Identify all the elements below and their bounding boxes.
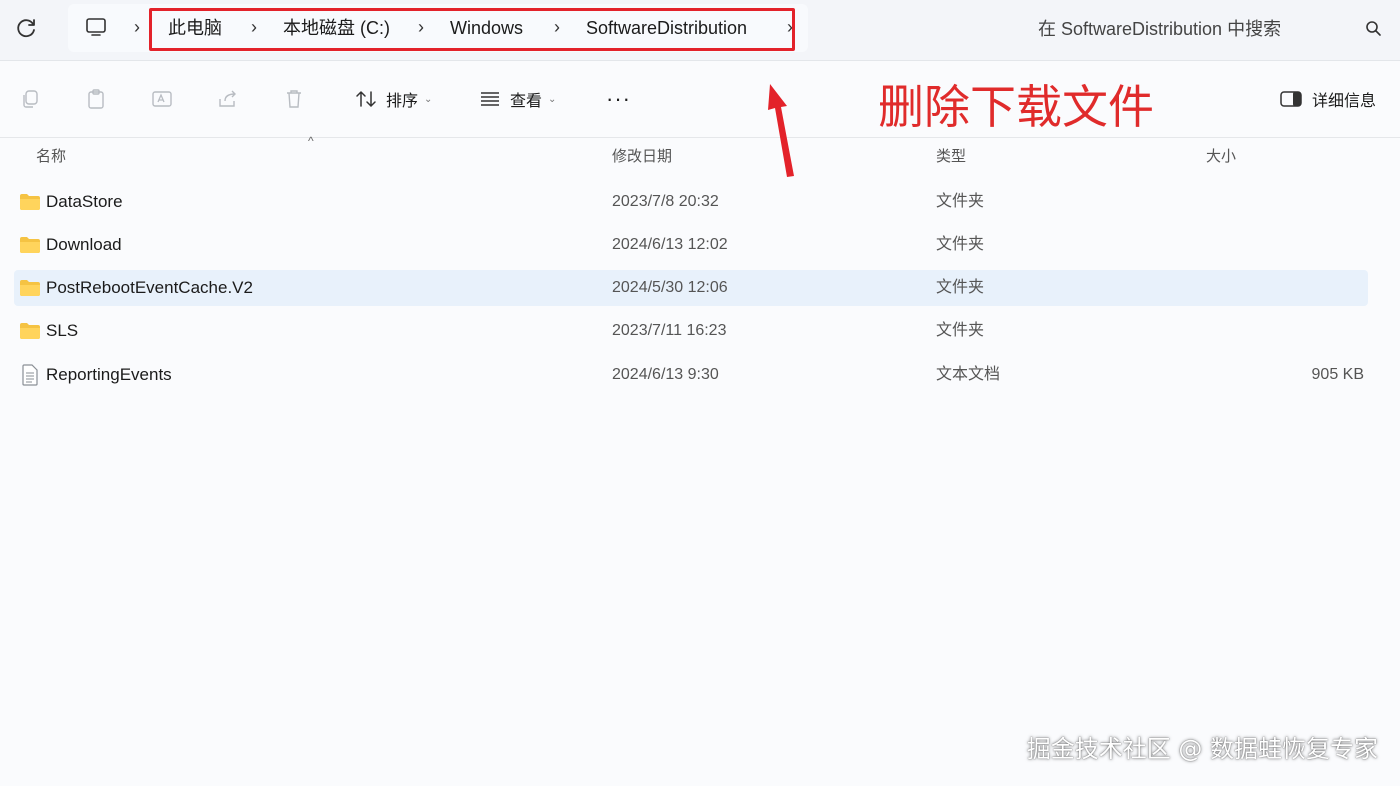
view-button[interactable]: 查看 ⌄ — [478, 85, 556, 113]
search-box[interactable]: 在 SoftwareDistribution 中搜索 — [1020, 10, 1392, 48]
file-row[interactable]: DataStore 2023/7/8 20:32 文件夹 — [14, 184, 1368, 220]
file-size: 905 KB — [1311, 366, 1364, 383]
file-date: 2024/6/13 9:30 — [612, 366, 719, 383]
highlight-box — [149, 8, 795, 51]
file-name: DataStore — [46, 192, 123, 211]
folder-icon — [19, 320, 41, 342]
command-bar: 排序 ⌄ 查看 ⌄ ··· 删除下载文件 详细信息 — [0, 61, 1400, 138]
file-type: 文件夹 — [936, 193, 985, 210]
sort-indicator-icon: ^ — [308, 134, 314, 148]
file-row[interactable]: Download 2024/6/13 12:02 文件夹 — [14, 227, 1368, 263]
column-header-name[interactable]: 名称 — [36, 146, 66, 168]
sort-label: 排序 — [386, 93, 419, 110]
annotation-text: 删除下载文件 — [878, 80, 1154, 134]
share-icon[interactable] — [216, 87, 240, 111]
more-options-button[interactable]: ··· — [606, 85, 634, 113]
search-input[interactable]: 在 SoftwareDistribution 中搜索 — [1038, 17, 1281, 41]
refresh-icon[interactable] — [12, 15, 40, 43]
view-list-icon — [478, 87, 502, 111]
details-button[interactable]: 详细信息 — [1278, 85, 1376, 113]
delete-icon[interactable] — [282, 87, 306, 111]
file-row[interactable]: ReportingEvents 2024/6/13 9:30 文本文档 905 … — [14, 357, 1368, 393]
file-name: ReportingEvents — [46, 365, 172, 384]
chevron-down-icon: ⌄ — [548, 93, 557, 105]
file-date: 2023/7/11 16:23 — [612, 322, 727, 339]
file-name: Download — [46, 235, 122, 254]
file-date: 2023/7/8 20:32 — [612, 193, 719, 210]
sort-icon — [354, 87, 378, 111]
column-header-size[interactable]: 大小 — [1206, 146, 1236, 168]
file-type: 文件夹 — [936, 322, 985, 339]
file-row[interactable]: SLS 2023/7/11 16:23 文件夹 — [14, 313, 1368, 349]
file-date: 2024/6/13 12:02 — [612, 236, 728, 253]
column-header-date[interactable]: 修改日期 — [612, 146, 672, 168]
annotation-arrow — [760, 80, 804, 180]
file-type: 文件夹 — [936, 279, 985, 296]
rename-icon[interactable] — [150, 87, 174, 111]
breadcrumb-separator[interactable]: › — [130, 15, 144, 39]
watermark: 掘金技术社区 @ 数据蛙恢复专家 — [1026, 735, 1378, 763]
file-type: 文件夹 — [936, 236, 985, 253]
paste-icon[interactable] — [84, 87, 108, 111]
details-pane-icon — [1278, 87, 1304, 111]
folder-icon — [19, 234, 41, 256]
details-label: 详细信息 — [1312, 93, 1377, 110]
column-header-type[interactable]: 类型 — [936, 146, 966, 168]
file-row-selected[interactable]: PostRebootEventCache.V2 2024/5/30 12:06 … — [14, 270, 1368, 306]
address-bar-row: › 此电脑 › 本地磁盘 (C:) › Windows › SoftwareDi… — [0, 0, 1400, 61]
file-date: 2024/5/30 12:06 — [612, 279, 728, 296]
file-name: PostRebootEventCache.V2 — [46, 278, 253, 297]
search-icon[interactable] — [1364, 19, 1384, 39]
folder-icon — [19, 191, 41, 213]
view-label: 查看 — [510, 93, 543, 110]
folder-icon — [19, 277, 41, 299]
chevron-down-icon: ⌄ — [424, 93, 433, 105]
computer-icon[interactable] — [84, 15, 108, 39]
sort-button[interactable]: 排序 ⌄ — [354, 85, 432, 113]
file-type: 文本文档 — [936, 366, 1001, 383]
copy-icon[interactable] — [18, 87, 42, 111]
file-name: SLS — [46, 321, 79, 340]
text-file-icon — [19, 364, 41, 386]
